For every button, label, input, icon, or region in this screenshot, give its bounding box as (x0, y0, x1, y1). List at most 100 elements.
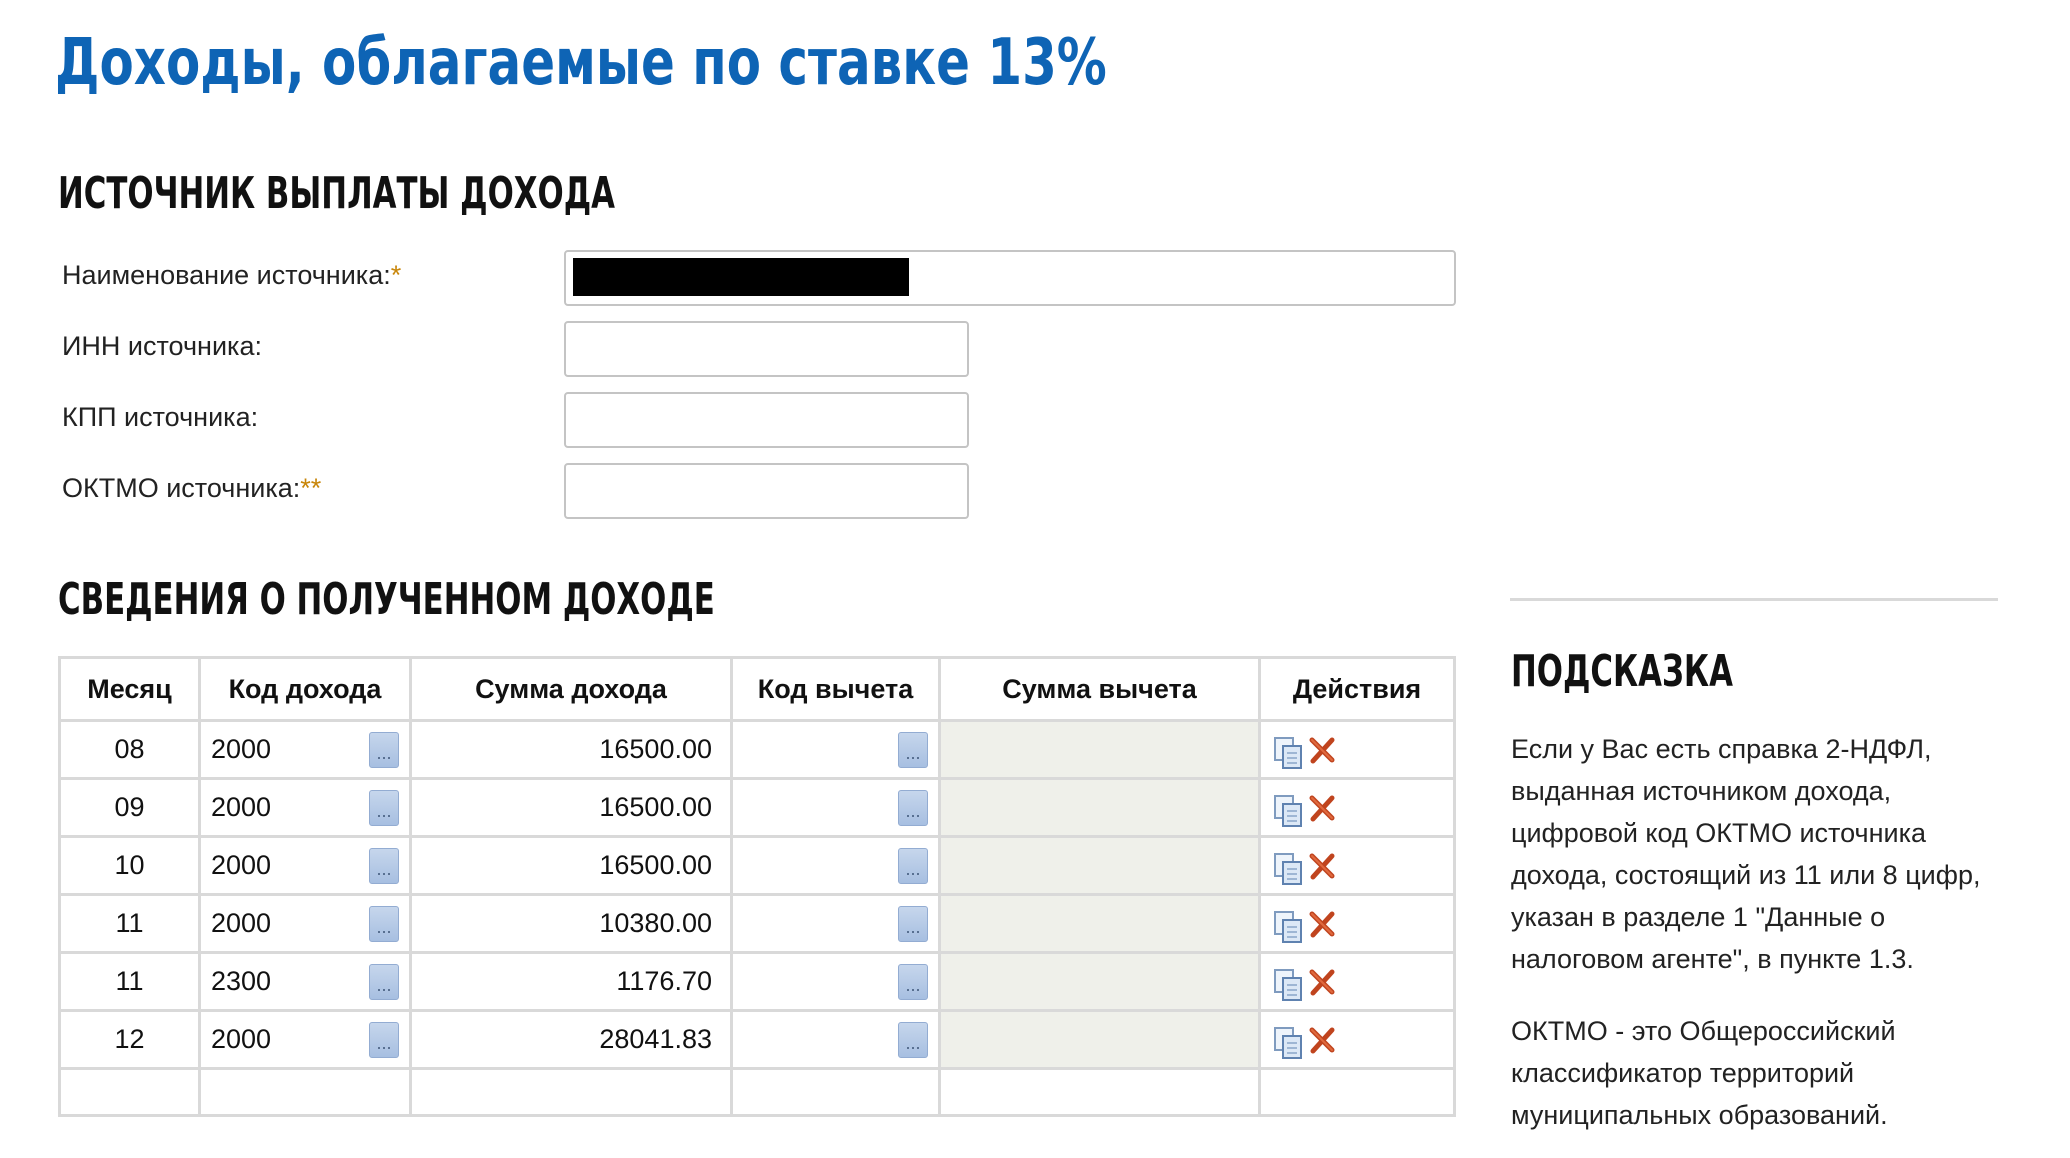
income-code-picker-button[interactable]: ... (369, 964, 399, 1000)
cell-month[interactable]: 11 (58, 893, 201, 954)
income-code-picker-button[interactable]: ... (369, 1022, 399, 1058)
deduction-code-picker-button[interactable]: ... (898, 906, 928, 942)
cell-deduction-code[interactable]: ... (730, 951, 941, 1012)
delete-icon[interactable] (1307, 794, 1337, 824)
inn-input[interactable] (564, 321, 969, 377)
cell-actions (1258, 835, 1456, 896)
copy-icon[interactable] (1273, 852, 1303, 886)
cell-month[interactable]: 10 (58, 835, 201, 896)
column-header-income-amount: Сумма дохода (409, 656, 733, 722)
source-name-label: Наименование источника:* (62, 260, 402, 290)
deduction-code-picker-button[interactable]: ... (898, 790, 928, 826)
oktmo-label: ОКТМО источника:** (62, 473, 322, 503)
cell-income-amount[interactable]: 16500.00 (409, 777, 733, 838)
empty-cell[interactable] (938, 1067, 1261, 1117)
inn-label: ИНН источника: (62, 331, 262, 361)
income-code-value: 2000 (211, 792, 272, 822)
cell-deduction-amount (938, 835, 1261, 896)
cell-income-amount[interactable]: 10380.00 (409, 893, 733, 954)
income-code-picker-button[interactable]: ... (369, 848, 399, 884)
empty-cell[interactable] (1258, 1067, 1456, 1117)
hint-heading: Подсказка (1511, 646, 1733, 697)
table-row: 11 2000... 10380.00... (58, 893, 1456, 954)
table-row-empty (58, 1067, 1456, 1117)
oktmo-input[interactable] (564, 463, 969, 519)
kpp-label: КПП источника: (62, 402, 259, 432)
cell-income-code[interactable]: 2000... (198, 719, 412, 780)
table-row: 12 2000... 28041.83... (58, 1009, 1456, 1070)
cell-actions (1258, 951, 1456, 1012)
hint-paragraph: Если у Вас есть справка 2-НДФЛ, выданная… (1511, 734, 1981, 974)
cell-income-code[interactable]: 2000... (198, 835, 412, 896)
cell-deduction-code[interactable]: ... (730, 777, 941, 838)
cell-deduction-code[interactable]: ... (730, 719, 941, 780)
required-mark: ** (300, 473, 322, 503)
delete-icon[interactable] (1307, 736, 1337, 766)
income-code-picker-button[interactable]: ... (369, 790, 399, 826)
cell-actions (1258, 1009, 1456, 1070)
required-mark: * (390, 260, 402, 290)
cell-deduction-amount (938, 777, 1261, 838)
cell-income-amount[interactable]: 16500.00 (409, 719, 733, 780)
page-title: Доходы, облагаемые по ставке 13% (55, 26, 1107, 100)
cell-month[interactable]: 11 (58, 951, 201, 1012)
cell-month[interactable]: 12 (58, 1009, 201, 1070)
deduction-code-picker-button[interactable]: ... (898, 732, 928, 768)
deduction-code-picker-button[interactable]: ... (898, 848, 928, 884)
cell-month[interactable]: 08 (58, 719, 201, 780)
copy-icon[interactable] (1273, 910, 1303, 944)
cell-income-code[interactable]: 2300... (198, 951, 412, 1012)
income-code-value: 2000 (211, 734, 272, 764)
cell-income-amount[interactable]: 28041.83 (409, 1009, 733, 1070)
income-section-heading: Сведения о полученном доходе (58, 574, 715, 625)
cell-actions (1258, 893, 1456, 954)
copy-icon[interactable] (1273, 1026, 1303, 1060)
copy-icon[interactable] (1273, 736, 1303, 770)
income-code-picker-button[interactable]: ... (369, 732, 399, 768)
deduction-code-picker-button[interactable]: ... (898, 964, 928, 1000)
income-code-value: 2300 (211, 966, 272, 996)
cell-actions (1258, 719, 1456, 780)
empty-cell[interactable] (730, 1067, 941, 1117)
cell-deduction-amount (938, 893, 1261, 954)
income-code-value: 2000 (211, 850, 272, 880)
hint-divider (1510, 598, 1998, 601)
income-code-value: 2000 (211, 1024, 272, 1054)
cell-income-code[interactable]: 2000... (198, 777, 412, 838)
cell-deduction-code[interactable]: ... (730, 835, 941, 896)
empty-cell[interactable] (58, 1067, 201, 1117)
cell-actions (1258, 777, 1456, 838)
cell-deduction-code[interactable]: ... (730, 893, 941, 954)
cell-month[interactable]: 09 (58, 777, 201, 838)
table-row: 10 2000... 16500.00... (58, 835, 1456, 896)
cell-income-code[interactable]: 2000... (198, 893, 412, 954)
table-row: 11 2300... 1176.70... (58, 951, 1456, 1012)
column-header-deduction-code: Код вычета (730, 656, 941, 722)
source-section-heading: Источник выплаты дохода (58, 168, 615, 219)
cell-income-amount[interactable]: 16500.00 (409, 835, 733, 896)
cell-deduction-amount (938, 1009, 1261, 1070)
delete-icon[interactable] (1307, 1026, 1337, 1056)
delete-icon[interactable] (1307, 910, 1337, 940)
copy-icon[interactable] (1273, 794, 1303, 828)
column-header-month: Месяц (58, 656, 201, 722)
income-code-picker-button[interactable]: ... (369, 906, 399, 942)
cell-deduction-amount (938, 719, 1261, 780)
cell-deduction-amount (938, 951, 1261, 1012)
cell-deduction-code[interactable]: ... (730, 1009, 941, 1070)
table-row: 08 2000... 16500.00... (58, 719, 1456, 780)
empty-cell[interactable] (409, 1067, 733, 1117)
hint-paragraph: ОКТМО - это Общероссийский классификатор… (1511, 1016, 1896, 1130)
redacted-value (573, 258, 909, 296)
empty-cell[interactable] (198, 1067, 412, 1117)
copy-icon[interactable] (1273, 968, 1303, 1002)
delete-icon[interactable] (1307, 852, 1337, 882)
cell-income-code[interactable]: 2000... (198, 1009, 412, 1070)
deduction-code-picker-button[interactable]: ... (898, 1022, 928, 1058)
column-header-income-code: Код дохода (198, 656, 412, 722)
delete-icon[interactable] (1307, 968, 1337, 998)
cell-income-amount[interactable]: 1176.70 (409, 951, 733, 1012)
kpp-input[interactable] (564, 392, 969, 448)
column-header-deduction-amount: Сумма вычета (938, 656, 1261, 722)
income-table: Месяц Код дохода Сумма дохода Код вычета… (58, 656, 1456, 1117)
